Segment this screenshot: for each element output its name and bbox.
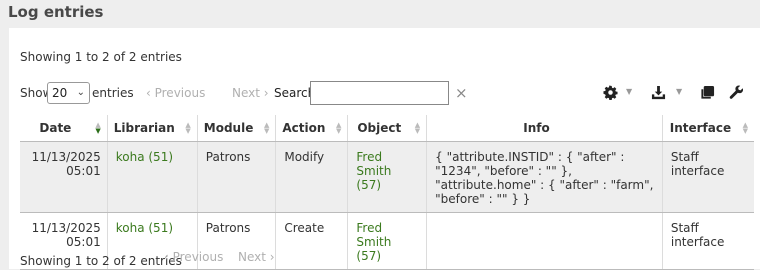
column-action-label: Action (282, 120, 326, 135)
gear-icon[interactable] (603, 85, 618, 103)
column-header-interface[interactable]: Interface ▲ ▼ (661, 115, 754, 142)
librarian-link[interactable]: koha (51) (116, 150, 173, 164)
next-page-button-bottom[interactable]: Next › (238, 250, 275, 264)
date-value: 11/13/2025 (31, 149, 101, 164)
previous-page-button-bottom[interactable]: ‹ Previous (164, 250, 223, 264)
column-module-label: Module (203, 120, 254, 135)
column-librarian-label: Librarian (113, 120, 175, 135)
column-header-date[interactable]: Date ▲ ▼ (20, 115, 108, 142)
caret-down-icon[interactable]: ▼ (626, 87, 632, 96)
interface-cell: Staff interface (661, 212, 754, 270)
sort-icon[interactable]: ▲ ▼ (743, 122, 748, 135)
object-name: Fred Smith (356, 149, 392, 178)
wrench-icon[interactable] (729, 85, 744, 103)
column-header-object[interactable]: Object ▲ ▼ (347, 115, 427, 142)
next-page-button[interactable]: Next › (232, 81, 269, 105)
chevron-down-icon: ⌄ (76, 87, 85, 98)
info-cell (426, 212, 663, 270)
object-id: (57) (356, 177, 382, 192)
table-toolbar: Show 20 ⌄ entries ‹ Previous Next › Sear… (20, 81, 755, 105)
log-entries-table: Date ▲ ▼ Librarian ▲ ▼ Module ▲ ▼ Action ▲ ▼ Obj… (20, 115, 754, 270)
object-link[interactable]: Fred Smith (57) (356, 150, 391, 192)
sort-icon[interactable]: ▲ ▼ (336, 122, 341, 135)
column-header-module[interactable]: Module ▲ ▼ (196, 115, 276, 142)
clear-search-icon[interactable]: × (455, 81, 468, 105)
log-entries-panel: Showing 1 to 2 of 2 entries Show 20 ⌄ en… (9, 28, 760, 270)
object-name: Fred Smith (356, 220, 392, 249)
copy-icon[interactable] (700, 85, 715, 103)
module-cell: Patrons (196, 141, 276, 213)
action-cell: Create (275, 212, 348, 270)
time-value: 05:01 (66, 234, 101, 249)
caret-down-icon[interactable]: ▼ (676, 87, 682, 96)
column-interface-label: Interface (669, 120, 732, 135)
action-cell: Modify (275, 141, 348, 213)
search-input[interactable] (310, 81, 449, 105)
object-cell: Fred Smith (57) (347, 141, 427, 213)
sort-desc-icon[interactable]: ▲ ▼ (95, 122, 100, 135)
column-header-action[interactable]: Action ▲ ▼ (275, 115, 348, 142)
info-cell: { "attribute.INSTID" : { "after" : "1234… (426, 141, 663, 213)
column-date-label: Date (39, 120, 72, 135)
time-value: 05:01 (66, 163, 101, 178)
column-object-label: Object (357, 120, 402, 135)
column-header-info: Info (426, 115, 663, 142)
object-link[interactable]: Fred Smith (57) (356, 221, 391, 263)
page-title: Log entries (8, 3, 104, 21)
librarian-link[interactable]: koha (51) (116, 221, 173, 235)
object-id: (57) (356, 248, 382, 263)
interface-cell: Staff interface (661, 141, 754, 213)
object-cell: Fred Smith (57) (347, 212, 427, 270)
page-length-value: 20 (52, 86, 68, 100)
sort-icon[interactable]: ▲ ▼ (264, 122, 269, 135)
previous-page-button[interactable]: ‹ Previous (146, 81, 205, 105)
entries-label: entries (92, 86, 134, 100)
sort-icon[interactable]: ▲ ▼ (415, 122, 420, 135)
table-info-bottom: Showing 1 to 2 of 2 entries (20, 254, 182, 268)
page-length-select[interactable]: 20 ⌄ (47, 82, 90, 104)
date-cell: 11/13/2025 05:01 (20, 141, 108, 213)
download-icon[interactable] (651, 85, 666, 103)
table-header-row: Date ▲ ▼ Librarian ▲ ▼ Module ▲ ▼ Action ▲ ▼ Obj… (20, 115, 754, 142)
column-header-librarian[interactable]: Librarian ▲ ▼ (106, 115, 198, 142)
table-row: 11/13/2025 05:01 koha (51) Patrons Modify… (20, 141, 754, 213)
sort-icon[interactable]: ▲ ▼ (185, 122, 190, 135)
table-info-top: Showing 1 to 2 of 2 entries (20, 50, 182, 64)
column-info-label: Info (523, 120, 550, 135)
date-value: 11/13/2025 (31, 220, 101, 235)
librarian-cell: koha (51) (106, 141, 198, 213)
